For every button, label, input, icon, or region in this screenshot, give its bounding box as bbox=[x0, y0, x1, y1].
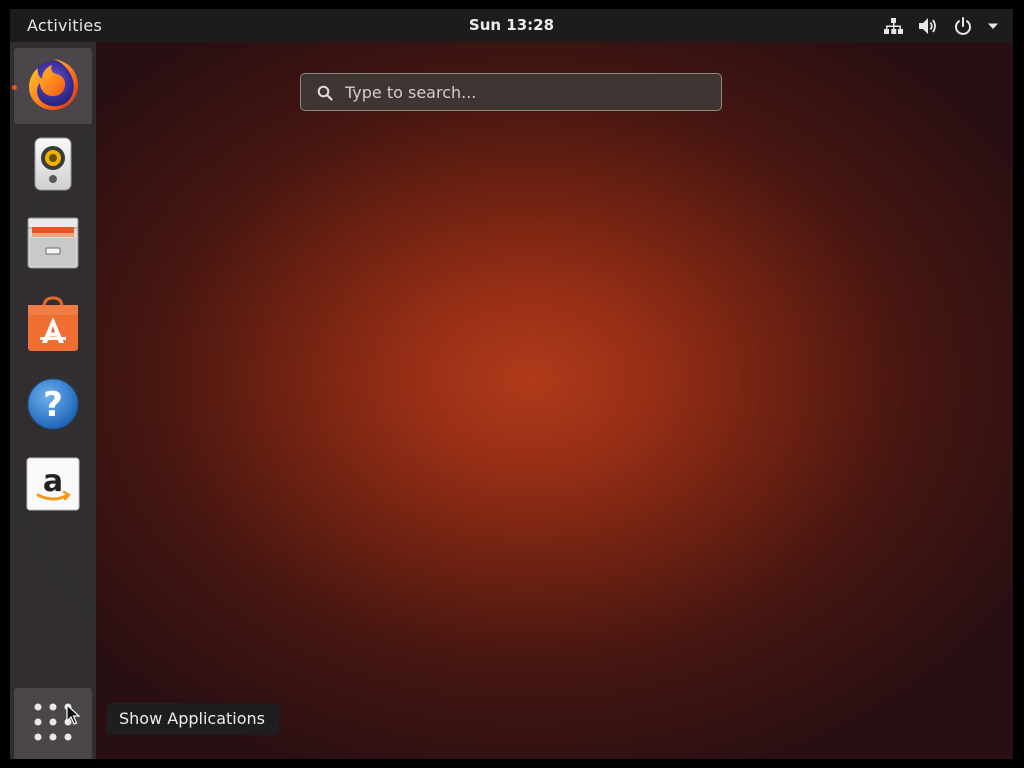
power-icon[interactable] bbox=[953, 16, 973, 36]
chevron-down-icon[interactable] bbox=[987, 20, 999, 32]
search-icon bbox=[317, 85, 333, 105]
firefox-icon bbox=[24, 55, 82, 117]
dock-item-rhythmbox[interactable] bbox=[14, 128, 92, 204]
network-icon[interactable] bbox=[883, 16, 903, 36]
search-box[interactable] bbox=[300, 73, 722, 111]
system-tray[interactable] bbox=[883, 14, 999, 38]
volume-icon[interactable] bbox=[917, 16, 939, 36]
show-applications-tooltip: Show Applications bbox=[106, 703, 279, 735]
svg-text:?: ? bbox=[43, 385, 63, 425]
svg-text:a: a bbox=[43, 464, 63, 499]
running-indicator bbox=[12, 85, 17, 90]
show-applications-button[interactable] bbox=[14, 688, 92, 759]
files-icon bbox=[26, 216, 80, 276]
dock-item-help[interactable]: ? bbox=[14, 368, 92, 444]
amazon-icon: a bbox=[26, 457, 80, 515]
dock-item-firefox[interactable] bbox=[12, 48, 92, 124]
dock-item-files[interactable] bbox=[14, 208, 92, 284]
software-center-icon bbox=[26, 295, 80, 357]
desktop: Activities Sun 13:28 ? a Type to search.… bbox=[10, 9, 1013, 759]
search-input[interactable] bbox=[345, 74, 705, 110]
help-icon: ? bbox=[26, 377, 80, 435]
rhythmbox-icon bbox=[31, 136, 75, 196]
dock: ? a bbox=[10, 42, 96, 759]
dock-item-amazon[interactable]: a bbox=[14, 448, 92, 524]
dock-item-ubuntu-software[interactable] bbox=[14, 288, 92, 364]
mouse-pointer-icon bbox=[66, 703, 81, 730]
top-bar: Activities Sun 13:28 bbox=[10, 9, 1013, 42]
clock[interactable]: Sun 13:28 bbox=[10, 16, 1013, 34]
